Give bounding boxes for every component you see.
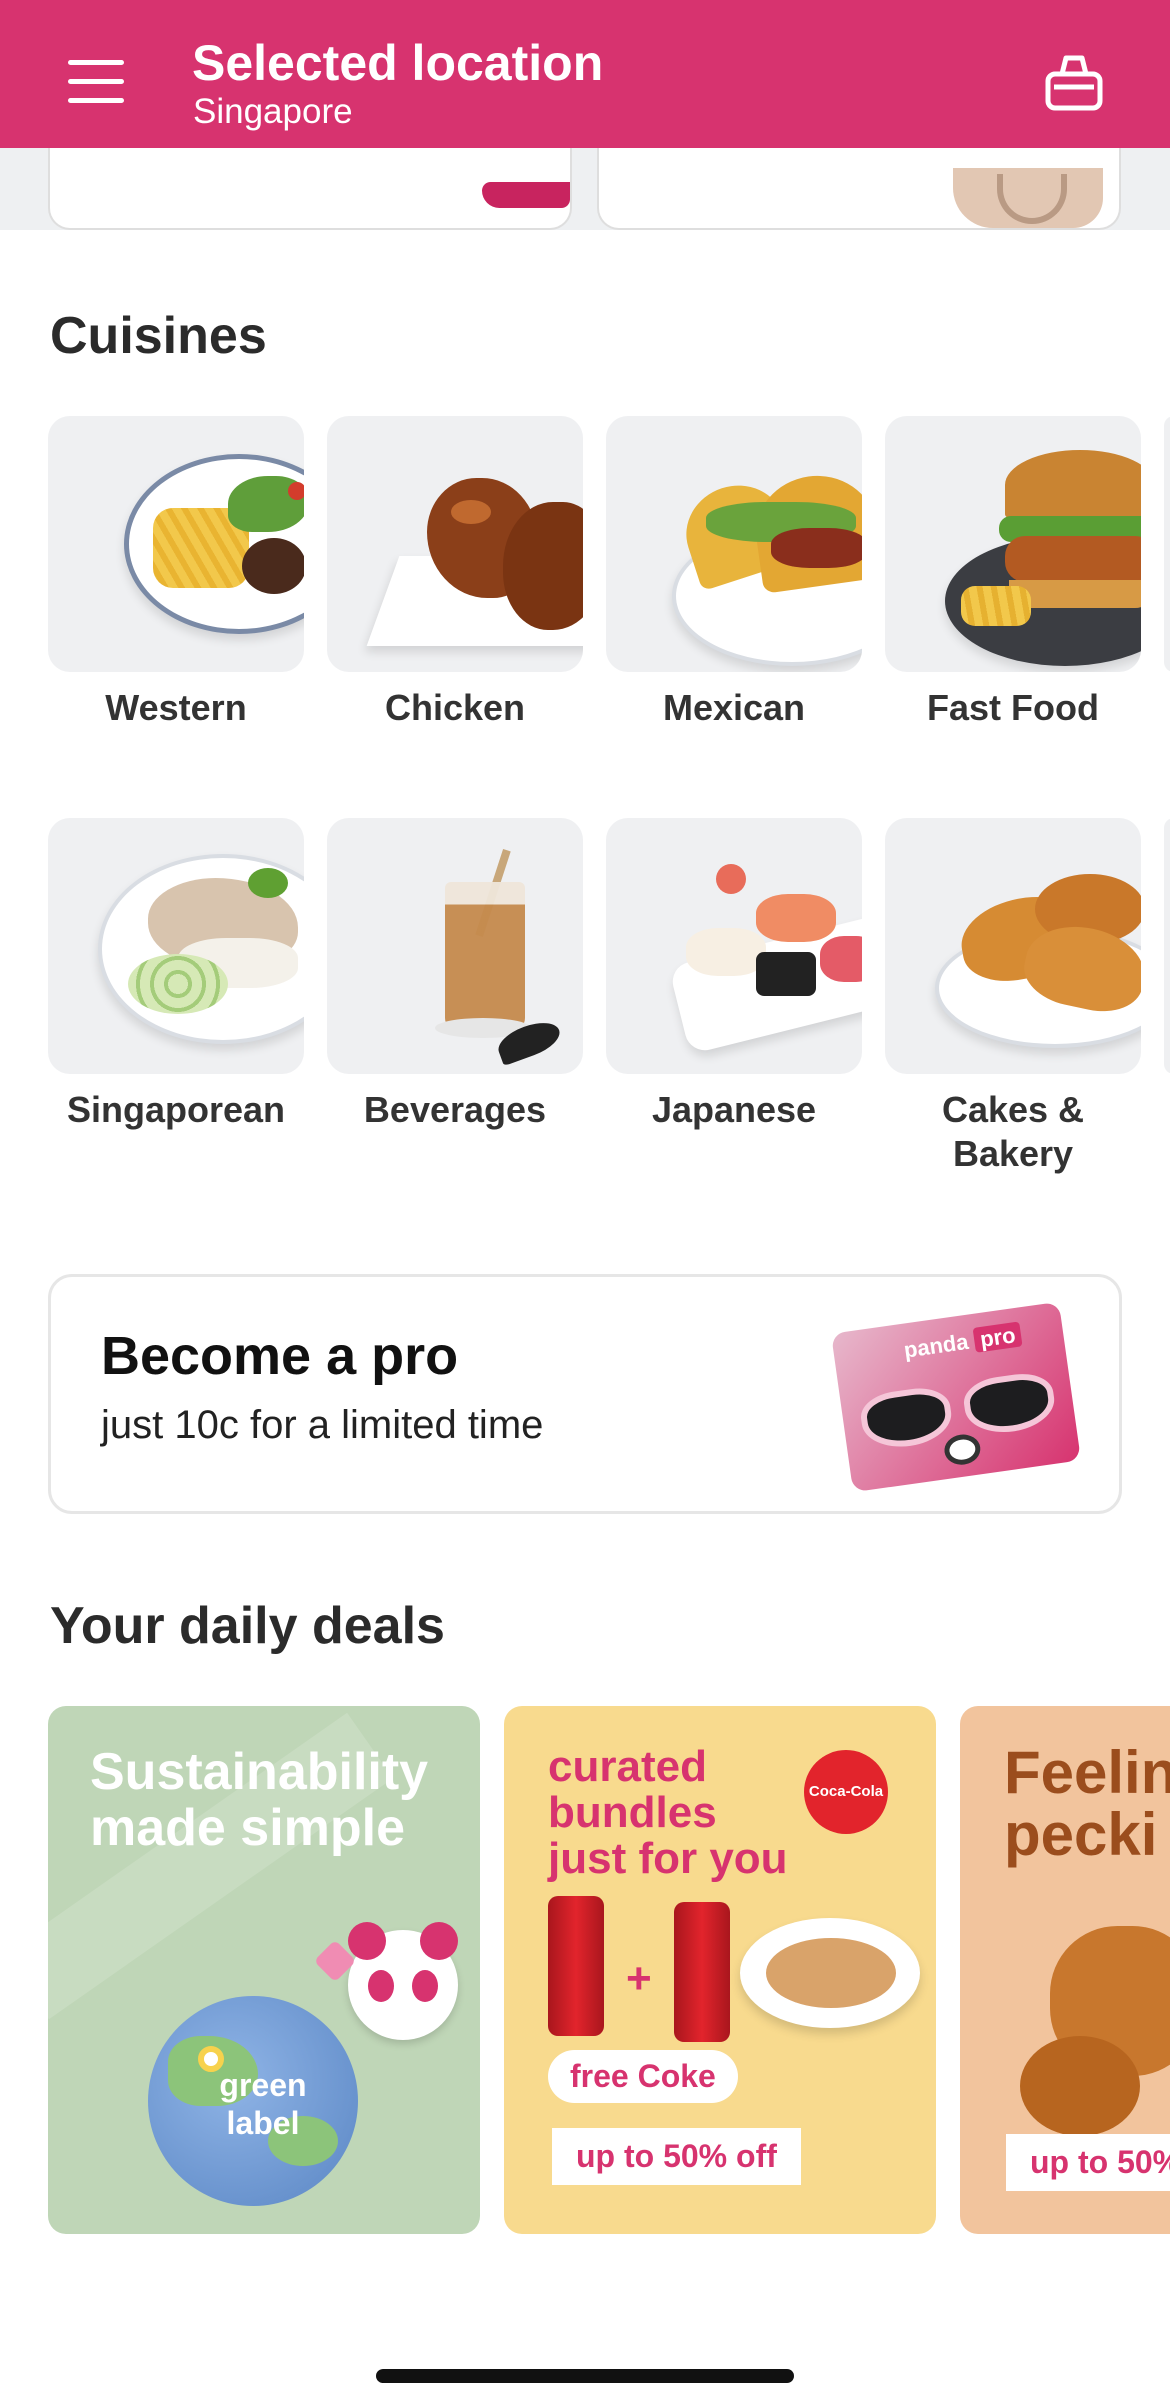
- become-pro-banner[interactable]: Become a pro just 10c for a limited time…: [48, 1274, 1122, 1514]
- cuisine-beverages[interactable]: Beverages: [327, 818, 583, 1132]
- flower-icon: [198, 2046, 224, 2072]
- deal-card-green-label[interactable]: Sustainability made simple green label: [48, 1706, 480, 2234]
- free-coke-tag: free Coke: [548, 2050, 738, 2103]
- deal-card-coke-bundle[interactable]: curated bundles just for you Coca-Cola +…: [504, 1706, 936, 2234]
- fast-food-image: [885, 416, 1141, 672]
- singaporean-dish-image: [48, 818, 304, 1074]
- green-label-badge: green label: [219, 2067, 307, 2141]
- cuisine-label: Singaporean: [66, 1089, 286, 1130]
- pro-subtitle: just 10c for a limited time: [101, 1403, 544, 1447]
- cuisine-label: Japanese: [651, 1089, 817, 1130]
- home-indicator[interactable]: [376, 2369, 794, 2383]
- cuisine-label: Mexican: [662, 687, 806, 728]
- bakery-image: [885, 818, 1141, 1074]
- coke-can-image: [674, 1902, 730, 2042]
- cuisine-singaporean[interactable]: Singaporean: [48, 818, 304, 1132]
- shopping-basket-icon[interactable]: [1044, 52, 1104, 112]
- japanese-dish-image: [606, 818, 862, 1074]
- mexican-dish-image: [606, 416, 862, 672]
- beverage-image: [327, 818, 583, 1074]
- cuisine-tile-partial[interactable]: [1164, 416, 1170, 672]
- deal-card-chicken-partial[interactable]: Feelin pecki up to 50%: [960, 1706, 1170, 2234]
- cuisine-label: Cakes & Bakery: [941, 1089, 1085, 1174]
- discount-tag: up to 50%: [1006, 2134, 1170, 2191]
- daily-deals-title: Your daily deals: [50, 1597, 445, 1655]
- promo-card-partial[interactable]: [48, 138, 572, 230]
- previous-section-strip: [0, 138, 1170, 230]
- western-dish-image: [48, 416, 304, 672]
- cuisine-fast-food[interactable]: Fast Food: [885, 416, 1141, 730]
- deal-headline: Sustainability made simple: [90, 1743, 429, 1857]
- cuisine-japanese[interactable]: Japanese: [606, 818, 862, 1132]
- panda-mascot-image: [348, 1922, 458, 2040]
- coca-cola-logo: Coca-Cola: [804, 1750, 888, 1834]
- app-header: Selected location Singapore: [0, 0, 1170, 148]
- coke-can-image: [548, 1896, 604, 2036]
- cuisines-title: Cuisines: [50, 307, 267, 365]
- cuisine-chicken[interactable]: Chicken: [327, 416, 583, 730]
- hamburger-menu-icon[interactable]: [68, 60, 124, 104]
- cuisine-tile-partial[interactable]: [1164, 818, 1170, 1074]
- selected-location[interactable]: Singapore: [193, 92, 353, 132]
- cuisine-label: Western: [105, 687, 247, 728]
- promo-image-partial: [482, 182, 570, 208]
- deal-headline: curated bundles just for you: [548, 1742, 788, 1883]
- pandapro-card-image: panda pro: [830, 1301, 1082, 1493]
- cuisine-label: Chicken: [384, 687, 526, 728]
- cuisine-mexican[interactable]: Mexican: [606, 416, 862, 730]
- promo-card-partial[interactable]: [597, 138, 1121, 230]
- cuisine-label: Fast Food: [927, 687, 1099, 728]
- cuisine-western[interactable]: Western: [48, 416, 304, 730]
- cuisine-label: Beverages: [363, 1089, 547, 1130]
- cuisine-cakes-bakery[interactable]: Cakes & Bakery: [885, 818, 1141, 1176]
- chicken-dish-image: [327, 416, 583, 672]
- noodle-bowl-image: [740, 1918, 920, 2028]
- deal-headline: Feelin pecki: [1004, 1739, 1170, 1868]
- discount-tag: up to 50% off: [552, 2128, 801, 2185]
- pro-title: Become a pro: [101, 1326, 459, 1386]
- location-title[interactable]: Selected location: [192, 34, 603, 92]
